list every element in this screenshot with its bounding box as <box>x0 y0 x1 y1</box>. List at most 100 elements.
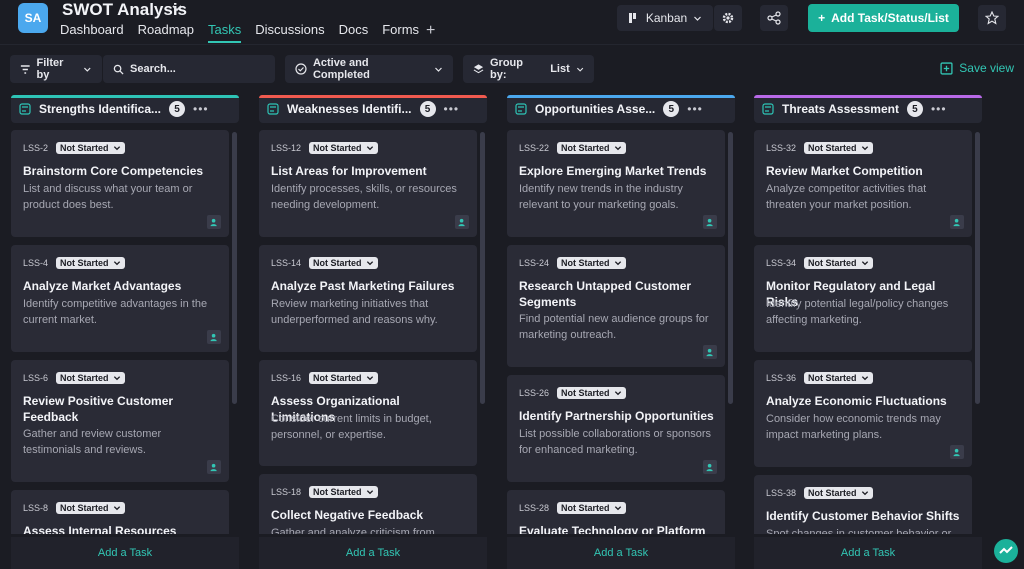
scrollbar[interactable] <box>480 132 485 534</box>
view-switcher-button[interactable]: Kanban <box>617 5 713 31</box>
column-name: Opportunities Asse... <box>535 102 656 116</box>
task-card[interactable]: LSS-8 Not Started Assess Internal Resour… <box>11 490 229 534</box>
task-card[interactable]: LSS-14 Not Started Analyze Past Marketin… <box>259 245 477 352</box>
add-button-label: Add Task/Status/List <box>831 11 949 25</box>
scrollbar-thumb[interactable] <box>232 132 237 404</box>
assign-user-icon[interactable] <box>703 345 717 359</box>
status-dropdown[interactable]: Not Started <box>557 387 626 399</box>
share-button[interactable] <box>760 5 788 31</box>
assign-user-icon[interactable] <box>950 445 964 459</box>
assign-user-icon[interactable] <box>703 460 717 474</box>
column-count-badge: 5 <box>663 101 680 117</box>
status-filter-button[interactable]: Active and Completed <box>285 55 453 83</box>
status-dropdown[interactable]: Not Started <box>557 502 626 514</box>
tab-docs[interactable]: Docs <box>339 22 369 43</box>
add-task-button[interactable]: Add a Task <box>11 537 239 569</box>
status-dropdown[interactable]: Not Started <box>804 257 873 269</box>
tab-dashboard[interactable]: Dashboard <box>60 22 124 43</box>
status-dropdown[interactable]: Not Started <box>309 372 378 384</box>
more-icon[interactable]: ••• <box>931 102 947 116</box>
status-dropdown[interactable]: Not Started <box>309 142 378 154</box>
scrollbar[interactable] <box>728 132 733 534</box>
search-input[interactable] <box>130 63 260 75</box>
chevron-down-icon[interactable] <box>171 2 183 14</box>
filter-icon <box>20 64 30 74</box>
chevron-down-icon <box>861 376 868 381</box>
task-card[interactable]: LSS-34 Not Started Monitor Regulatory an… <box>754 245 972 352</box>
status-dropdown[interactable]: Not Started <box>56 142 125 154</box>
status-dropdown[interactable]: Not Started <box>56 257 125 269</box>
view-switcher-label: Kanban <box>645 11 688 25</box>
status-dropdown[interactable]: Not Started <box>804 487 873 499</box>
more-icon[interactable]: ••• <box>687 102 703 116</box>
status-dropdown[interactable]: Not Started <box>309 257 378 269</box>
tab-discussions[interactable]: Discussions <box>255 22 324 43</box>
task-id: LSS-34 <box>766 258 797 268</box>
scrollbar-thumb[interactable] <box>480 132 485 404</box>
status-dropdown[interactable]: Not Started <box>804 142 873 154</box>
tab-tasks[interactable]: Tasks <box>207 22 242 43</box>
status-label: Not Started <box>561 503 610 513</box>
favorite-button[interactable] <box>978 5 1006 31</box>
assign-user-icon[interactable] <box>207 215 221 229</box>
status-dropdown[interactable]: Not Started <box>56 372 125 384</box>
status-label: Not Started <box>808 258 857 268</box>
scrollbar[interactable] <box>232 132 237 534</box>
status-dropdown[interactable]: Not Started <box>557 257 626 269</box>
add-task-button[interactable]: Add a Task <box>754 537 982 569</box>
scrollbar-thumb[interactable] <box>728 132 733 404</box>
task-card[interactable]: LSS-22 Not Started Explore Emerging Mark… <box>507 130 725 237</box>
search-icon <box>113 64 124 75</box>
task-card[interactable]: LSS-16 Not Started Assess Organizational… <box>259 360 477 466</box>
assign-user-icon[interactable] <box>703 215 717 229</box>
task-description: Consider how economic trends may impact … <box>766 413 941 441</box>
task-id: LSS-12 <box>271 143 302 153</box>
chevron-down-icon <box>614 506 621 511</box>
task-description: List possible collaborations or sponsors… <box>519 428 711 456</box>
column-header[interactable]: Strengths Identifica... 5 ••• <box>11 95 239 123</box>
save-view-button[interactable]: Save view <box>940 61 1014 75</box>
status-dropdown[interactable]: Not Started <box>309 486 378 498</box>
task-card[interactable]: LSS-24 Not Started Research Untapped Cus… <box>507 245 725 367</box>
add-task-status-list-button[interactable]: + Add Task/Status/List <box>808 4 959 32</box>
status-dropdown[interactable]: Not Started <box>557 142 626 154</box>
avatar[interactable]: SA <box>18 3 48 33</box>
status-dropdown[interactable]: Not Started <box>56 502 125 514</box>
tab-roadmap[interactable]: Roadmap <box>138 22 194 43</box>
search-field[interactable] <box>103 55 275 83</box>
more-icon[interactable]: ••• <box>193 102 209 116</box>
scrollbar[interactable] <box>975 132 980 534</box>
card-meta: LSS-36 Not Started <box>766 372 873 384</box>
column-header[interactable]: Weaknesses Identifi... 5 ••• <box>259 95 487 123</box>
more-icon[interactable]: ••• <box>444 102 460 116</box>
assign-user-icon[interactable] <box>950 215 964 229</box>
settings-button[interactable] <box>714 5 742 31</box>
assign-user-icon[interactable] <box>455 215 469 229</box>
add-tab-icon[interactable]: + <box>426 22 435 40</box>
add-task-button[interactable]: Add a Task <box>507 537 735 569</box>
add-task-button[interactable]: Add a Task <box>259 537 487 569</box>
task-card[interactable]: LSS-36 Not Started Analyze Economic Fluc… <box>754 360 972 467</box>
task-card[interactable]: LSS-4 Not Started Analyze Market Advanta… <box>11 245 229 352</box>
task-card[interactable]: LSS-26 Not Started Identify Partnership … <box>507 375 725 482</box>
filter-button[interactable]: Filter by <box>10 55 102 83</box>
column-header[interactable]: Threats Assessment 5 ••• <box>754 95 982 123</box>
assign-user-icon[interactable] <box>207 460 221 474</box>
task-card[interactable]: LSS-2 Not Started Brainstorm Core Compet… <box>11 130 229 237</box>
tab-forms[interactable]: Forms <box>382 22 419 43</box>
status-dropdown[interactable]: Not Started <box>804 372 873 384</box>
app-logo-icon[interactable] <box>994 539 1018 563</box>
group-by-button[interactable]: Group by: List <box>463 55 594 83</box>
task-card[interactable]: LSS-6 Not Started Review Positive Custom… <box>11 360 229 482</box>
chevron-down-icon <box>366 146 373 151</box>
card-meta: LSS-34 Not Started <box>766 257 873 269</box>
assign-user-icon[interactable] <box>207 330 221 344</box>
scrollbar-thumb[interactable] <box>975 132 980 404</box>
task-card[interactable]: LSS-12 Not Started List Areas for Improv… <box>259 130 477 237</box>
column-header[interactable]: Opportunities Asse... 5 ••• <box>507 95 735 123</box>
task-card[interactable]: LSS-32 Not Started Review Market Competi… <box>754 130 972 237</box>
page-title[interactable]: SWOT Analysis <box>62 0 187 20</box>
task-card[interactable]: LSS-38 Not Started Identify Customer Beh… <box>754 475 972 534</box>
task-card[interactable]: LSS-18 Not Started Collect Negative Feed… <box>259 474 477 534</box>
task-card[interactable]: LSS-28 Not Started Evaluate Technology o… <box>507 490 725 534</box>
